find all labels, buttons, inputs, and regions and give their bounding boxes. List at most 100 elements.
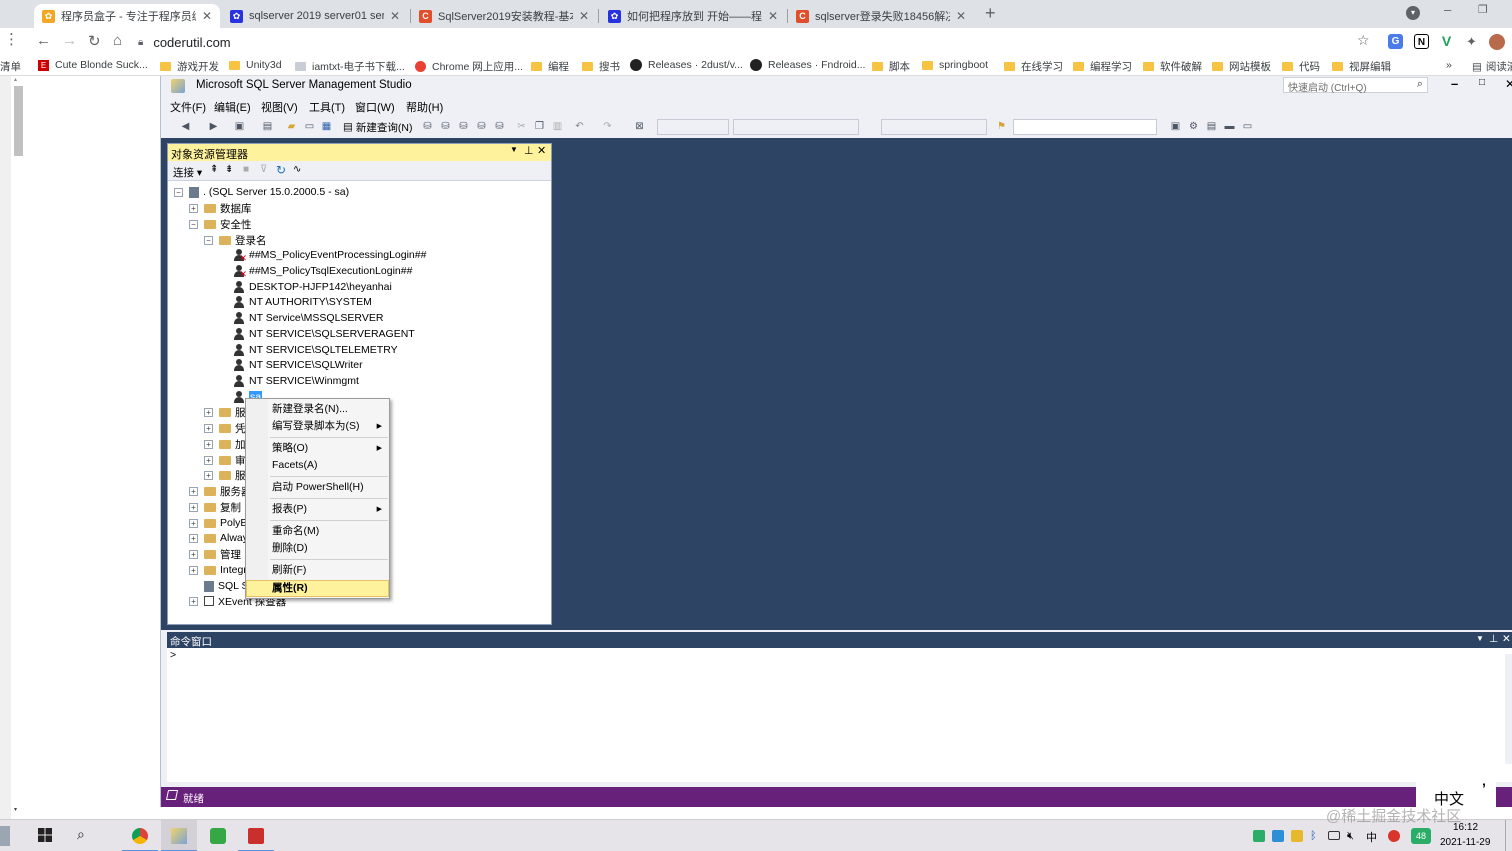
taskbar-chrome[interactable] [122,820,158,851]
tree-login-item[interactable]: NT Service\MSSQLSERVER [234,310,383,326]
context-menu-item-facets[interactable]: Facets(A) [246,457,389,474]
tree-node-logins[interactable]: − 登录名 [204,232,267,248]
close-tab-icon[interactable]: ✕ [768,9,778,23]
ime-tray-icon[interactable]: 中 [1366,829,1377,845]
tree-node[interactable]: SQL S [204,578,249,594]
tree-node[interactable]: + 复制 [189,499,241,515]
menu-tools[interactable]: 工具(T) [309,99,345,115]
activity-monitor-icon[interactable]: ∿ [293,164,301,175]
context-menu-item-policies[interactable]: 策略(O) ▶ [246,440,389,457]
context-menu-item-delete[interactable]: 删除(D) [246,540,389,557]
tree-node[interactable]: + 服务器 [189,483,252,499]
expand-icon[interactable]: + [189,549,198,559]
mdx-query-icon[interactable]: ⛁ [439,120,452,133]
bookmark-folder[interactable]: springboot [922,59,988,71]
tree-login-item[interactable]: NT SERVICE\SQLSERVERAGENT [234,326,415,342]
expand-icon[interactable]: + [204,407,213,417]
more-icon[interactable]: ⋮ [4,30,19,48]
search-icon[interactable]: ⌕ [77,826,85,843]
taskbar-app[interactable] [200,820,236,851]
new-tab-icon[interactable]: + [985,3,996,24]
extensions-puzzle-icon[interactable]: ✦ [1464,34,1479,49]
connect-icon[interactable]: ⇞ [210,164,218,175]
sogou-tray-icon[interactable] [1388,830,1400,842]
tree-login-item[interactable]: NT SERVICE\Winmgmt [234,373,359,389]
new-project-icon[interactable]: ▣ [233,120,246,133]
disconnect-icon[interactable]: ⇟ [225,164,233,175]
browser-tab-1[interactable]: ✿ 程序员盒子 - 专注于程序员编程 ✕ [34,4,220,28]
bookmark-item[interactable]: Releases · Fndroid... [750,59,865,71]
show-desktop-button[interactable] [1505,820,1512,851]
back-icon[interactable]: ◀ [179,120,192,133]
bookmark-item[interactable]: iamtxt-电子书下载... [295,59,405,74]
find-input[interactable] [1013,119,1157,135]
collapse-icon[interactable]: − [174,187,183,197]
xmla-query-icon[interactable]: ⛁ [475,120,488,133]
bookmark-folder[interactable]: 编程 [531,59,569,74]
pin-icon[interactable]: ⊥ [524,144,534,157]
reload-icon[interactable]: ↻ [88,32,101,50]
vue-extension-icon[interactable]: V [1439,34,1454,49]
dmx-query-icon[interactable]: ⛁ [457,120,470,133]
tree-login-item[interactable]: NT AUTHORITY\SYSTEM [234,294,372,310]
minimize-icon[interactable]: – [1444,2,1451,17]
collapse-icon[interactable]: − [204,235,213,245]
dax-query-icon[interactable]: ⛁ [493,120,506,133]
tree-node[interactable]: + PolyBa [189,515,253,531]
bookmark-folder[interactable]: Unity3d [229,59,282,71]
debug-icon[interactable]: ⊠ [633,120,646,133]
command-input[interactable] [167,652,1512,782]
expand-icon[interactable]: + [204,439,213,449]
close-tab-icon[interactable]: ✕ [579,9,589,23]
tray-app-icon[interactable] [1291,830,1303,842]
taskbar-app[interactable] [238,820,274,851]
close-tab-icon[interactable]: ✕ [390,9,400,23]
forward-icon[interactable]: ▶ [207,120,220,133]
bookmark-item[interactable]: Releases · 2dust/v... [630,59,743,71]
tree-server-node[interactable]: − . (SQL Server 15.0.2000.5 - sa) [174,184,349,200]
add-item-icon[interactable]: ▤ [261,120,274,133]
expand-icon[interactable]: + [189,502,198,512]
restore-icon[interactable]: ❐ [1478,3,1488,16]
tree-login-item[interactable]: NT SERVICE\SQLTELEMETRY [234,342,398,358]
copy-icon[interactable]: ❐ [533,120,546,133]
windows-start-icon[interactable] [38,828,52,842]
bookmark-star-icon[interactable]: ☆ [1357,32,1370,49]
bookmark-item[interactable]: E Cute Blonde Suck... [38,59,148,71]
bookmark-folder[interactable]: 游戏开发 [160,59,219,74]
clock-date[interactable]: 2021-11-29 [1440,837,1490,848]
menu-window[interactable]: 窗口(W) [355,99,395,115]
stop-icon[interactable]: ■ [243,164,249,175]
close-icon[interactable]: ✕ [1505,77,1512,91]
tree-node[interactable]: + Alway [189,530,248,546]
menu-help[interactable]: 帮助(H) [406,99,443,115]
bookmark-folder[interactable]: 代码 [1282,59,1320,74]
tree-node[interactable]: + Integr [189,562,247,578]
menu-file[interactable]: 文件(F) [170,99,206,115]
expand-icon[interactable]: + [189,203,198,213]
bluetooth-icon[interactable]: ᛒ [1310,830,1322,842]
available-databases-dropdown[interactable] [881,119,987,135]
expand-icon[interactable]: + [204,470,213,480]
menu-view[interactable]: 视图(V) [261,99,298,115]
save-icon[interactable]: ▭ [303,120,316,133]
network-app-tray-icon[interactable] [1272,830,1284,842]
platform-dropdown[interactable] [733,119,859,135]
bookmark-folder[interactable]: 在线学习 [1004,59,1063,74]
expand-icon[interactable]: + [204,423,213,433]
bookmark-folder[interactable]: 编程学习 [1073,59,1132,74]
bookmark-folder[interactable]: 网站模板 [1212,59,1271,74]
context-menu-item-script-login[interactable]: 编写登录脚本为(S) ▶ [246,418,389,435]
notion-extension-icon[interactable]: N [1414,34,1429,49]
profile-avatar[interactable] [1489,34,1505,50]
database-engine-query-icon[interactable]: ⛁ [421,120,434,133]
open-folder-icon[interactable]: ▰ [285,120,298,133]
scroll-down-icon[interactable]: ▾ [14,806,23,814]
wechat-tray-icon[interactable] [1253,830,1265,842]
chevron-down-icon[interactable]: ▼ [510,145,518,154]
browser-tab-3[interactable]: C SqlServer2019安装教程-基本安 ✕ [411,4,597,28]
maximize-icon[interactable]: □ [1479,77,1485,88]
command-scrollbar[interactable] [1505,654,1512,764]
minimize-icon[interactable]: – [1451,76,1458,91]
home-icon[interactable]: ⌂ [113,32,122,49]
